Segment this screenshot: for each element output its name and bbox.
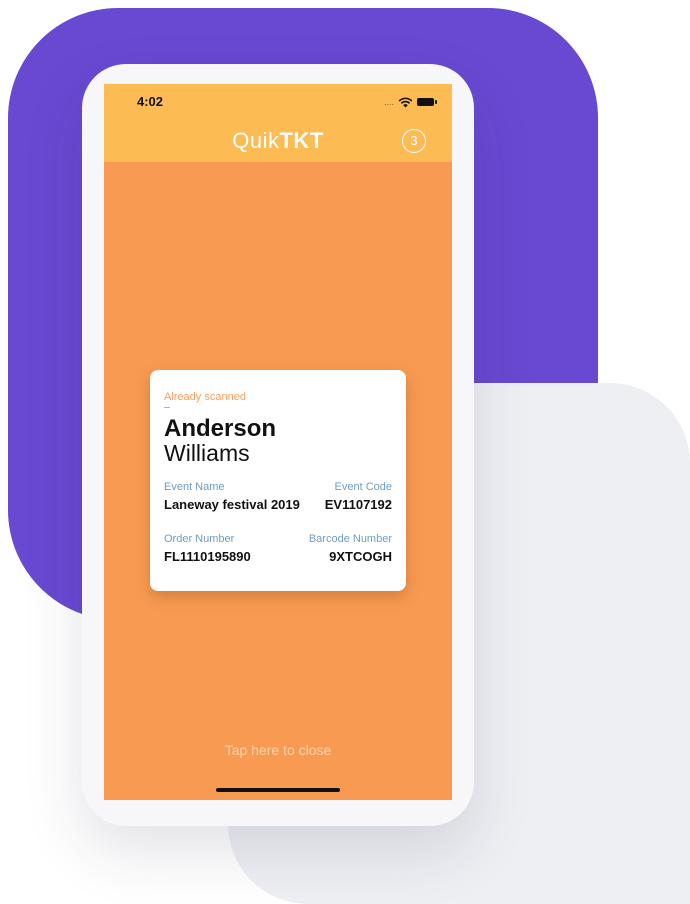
order-number-value: FL1110195890 [164, 549, 251, 564]
app-title-light: Quik [232, 128, 280, 153]
battery-icon [417, 98, 437, 106]
close-button[interactable]: Tap here to close [104, 742, 452, 758]
status-divider [164, 407, 170, 408]
home-indicator[interactable] [216, 788, 340, 792]
scan-count-badge[interactable]: 3 [402, 129, 426, 153]
status-icons: .... [383, 96, 437, 108]
signal-icon: .... [383, 97, 394, 107]
wifi-icon [398, 97, 413, 107]
order-number-label: Order Number [164, 533, 235, 545]
attendee-last-name: Williams [164, 440, 250, 466]
app-title-bold: TKT [279, 128, 324, 153]
attendee-first-name: Anderson [164, 415, 277, 442]
app-title: QuikTKT [104, 128, 452, 154]
app-screen: 4:02 .... QuikTKT 3 Already scanned Ande… [104, 84, 452, 800]
app-header: 4:02 .... QuikTKT 3 [104, 84, 452, 162]
event-name-value: Laneway festival 2019 [164, 497, 300, 512]
status-time: 4:02 [137, 94, 164, 109]
event-code-label: Event Code [334, 481, 392, 493]
event-code-value: EV1107192 [324, 497, 392, 512]
ticket-card: Already scanned Anderson Williams Event … [150, 370, 406, 591]
scan-status-label: Already scanned [164, 391, 246, 403]
barcode-number-label: Barcode Number [308, 533, 392, 545]
barcode-number-value: 9XTCOGH [329, 549, 392, 564]
event-name-label: Event Name [164, 481, 225, 493]
